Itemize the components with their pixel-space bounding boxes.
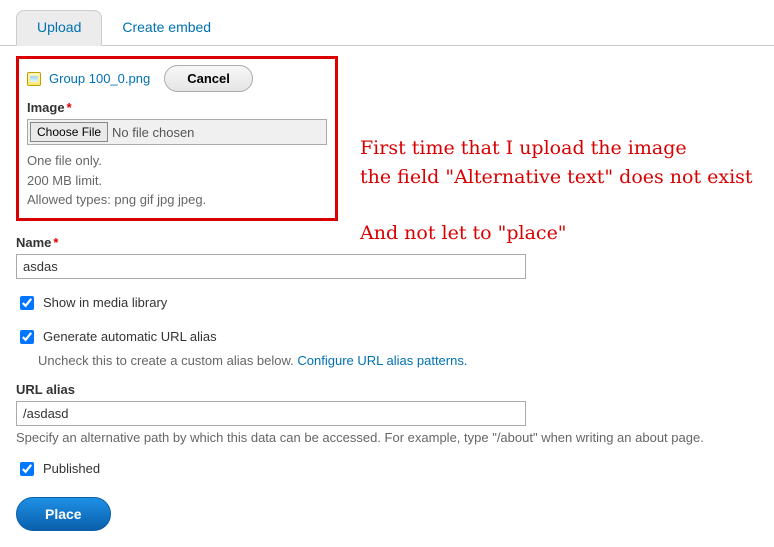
name-input[interactable] — [16, 254, 526, 279]
annotation-line-3: And not let to "place" — [360, 219, 760, 248]
tab-upload[interactable]: Upload — [16, 10, 102, 46]
url-alias-label: URL alias — [16, 382, 758, 397]
file-image-icon — [27, 72, 41, 86]
image-label-text: Image — [27, 100, 65, 115]
file-input-container: Choose File No file chosen — [27, 119, 327, 145]
show-in-library-row: Show in media library — [16, 293, 758, 313]
url-alias-input[interactable] — [16, 401, 526, 426]
hint-one-file: One file only. — [27, 151, 327, 171]
published-checkbox[interactable] — [20, 462, 34, 476]
required-marker: * — [67, 100, 72, 115]
no-file-text: No file chosen — [112, 125, 194, 140]
uploaded-file-link[interactable]: Group 100_0.png — [49, 71, 150, 86]
url-alias-hint: Specify an alternative path by which thi… — [16, 430, 758, 445]
show-in-library-checkbox[interactable] — [20, 296, 34, 310]
tab-create-embed[interactable]: Create embed — [102, 10, 231, 46]
image-hints: One file only. 200 MB limit. Allowed typ… — [27, 151, 327, 210]
choose-file-button[interactable]: Choose File — [30, 122, 108, 142]
place-button[interactable]: Place — [16, 497, 111, 531]
auto-alias-hint-text: Uncheck this to create a custom alias be… — [38, 353, 297, 368]
name-label-text: Name — [16, 235, 51, 250]
annotation-line-1: First time that I upload the image — [360, 134, 760, 163]
image-section-highlight: Group 100_0.png Cancel Image* Choose Fil… — [16, 56, 338, 221]
annotation-overlay: First time that I upload the image the f… — [360, 134, 760, 248]
image-label: Image* — [27, 100, 327, 115]
annotation-line-2: the field "Alternative text" does not ex… — [360, 163, 760, 192]
auto-alias-label: Generate automatic URL alias — [43, 329, 217, 344]
auto-alias-row: Generate automatic URL alias — [16, 327, 758, 347]
configure-alias-link[interactable]: Configure URL alias patterns. — [297, 353, 467, 368]
url-alias-section: URL alias Specify an alternative path by… — [16, 382, 758, 445]
published-row: Published — [16, 459, 758, 479]
uploaded-file-row: Group 100_0.png Cancel — [27, 65, 327, 92]
auto-alias-checkbox[interactable] — [20, 330, 34, 344]
tabs-bar: Upload Create embed — [0, 0, 774, 46]
hint-size-limit: 200 MB limit. — [27, 171, 327, 191]
required-marker: * — [53, 235, 58, 250]
auto-alias-hint: Uncheck this to create a custom alias be… — [38, 353, 758, 368]
published-label: Published — [43, 461, 100, 476]
show-in-library-label: Show in media library — [43, 295, 167, 310]
form-content: Group 100_0.png Cancel Image* Choose Fil… — [0, 46, 774, 547]
cancel-button[interactable]: Cancel — [164, 65, 253, 92]
hint-allowed-types: Allowed types: png gif jpg jpeg. — [27, 190, 327, 210]
